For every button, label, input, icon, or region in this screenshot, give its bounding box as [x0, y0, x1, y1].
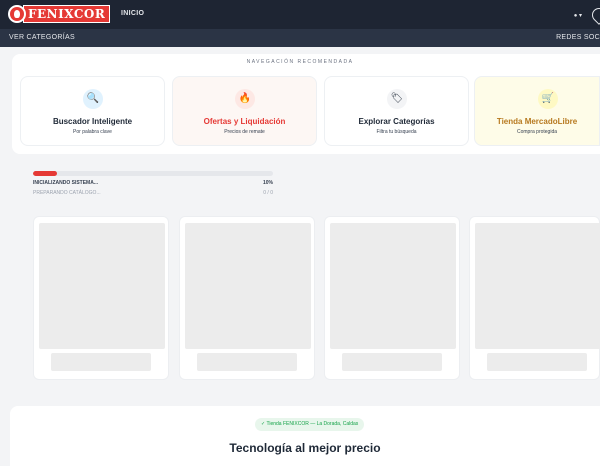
- nav-card-ofertas[interactable]: 🔥 Ofertas y Liquidación Precios de remat…: [172, 76, 317, 146]
- nav-card-subtitle: Precios de remate: [224, 129, 265, 135]
- product-title-placeholder: [342, 353, 442, 371]
- search-icon: 🔍: [83, 89, 103, 109]
- product-image-placeholder: [185, 223, 311, 349]
- progress-bar-fill: [33, 171, 57, 176]
- catalog-count: 0 / 0: [263, 190, 273, 196]
- top-navbar: FENIXCOR INICIO ● ▾: [0, 0, 600, 29]
- nav-card-subtitle: Filtra tu búsqueda: [376, 129, 417, 135]
- nav-card-categorias[interactable]: 🏷 Explorar Categorías Filtra tu búsqueda: [324, 76, 469, 146]
- ver-categorias-link[interactable]: VER CATEGORÍAS: [9, 34, 75, 41]
- phoenix-icon: [8, 5, 26, 23]
- product-card-skeleton: [179, 216, 315, 380]
- section-heading: NAVEGACIÓN RECOMENDADA: [246, 59, 354, 65]
- favorites-icon[interactable]: [589, 5, 600, 25]
- nav-card-subtitle: Por palabra clave: [73, 129, 112, 135]
- product-title-placeholder: [51, 353, 151, 371]
- redes-sociales-link[interactable]: REDES SOC: [556, 34, 600, 41]
- product-title-placeholder: [197, 353, 297, 371]
- product-image-placeholder: [475, 223, 600, 349]
- nav-card-title: Tienda MercadoLibre: [496, 117, 578, 126]
- nav-card-subtitle: Compra protegida: [516, 129, 558, 135]
- nav-card-title: Explorar Categorías: [358, 117, 435, 126]
- nav-card-buscador[interactable]: 🔍 Buscador Inteligente Por palabra clave: [20, 76, 165, 146]
- fire-icon: 🔥: [235, 89, 255, 109]
- loading-percent: 10%: [262, 180, 273, 186]
- product-card-skeleton: [469, 216, 600, 380]
- loading-status: INICIALIZANDO SISTEMA... 10% PREPARANDO …: [33, 171, 273, 196]
- progress-bar: [33, 171, 273, 176]
- catalog-status-text: PREPARANDO CATÁLOGO...: [33, 190, 101, 196]
- recommended-navigation: NAVEGACIÓN RECOMENDADA 🔍 Buscador Inteli…: [12, 54, 600, 154]
- brand-logo[interactable]: FENIXCOR: [8, 4, 111, 24]
- logo-text: FENIXCOR: [23, 5, 111, 23]
- product-card-skeleton: [33, 216, 169, 380]
- tag-icon: 🏷: [387, 89, 407, 109]
- product-title-placeholder: [487, 353, 587, 371]
- store-location-badge: ✓ Tienda FENIXCOR — La Dorada, Caldas: [255, 418, 365, 431]
- nav-card-title: Buscador Inteligente: [52, 117, 133, 126]
- loading-status-text: INICIALIZANDO SISTEMA...: [33, 180, 98, 186]
- category-bar: VER CATEGORÍAS REDES SOC: [0, 29, 600, 47]
- top-right-actions: ● ▾: [574, 5, 600, 25]
- nav-inicio-link[interactable]: INICIO: [121, 10, 144, 17]
- product-image-placeholder: [39, 223, 165, 349]
- promo-banner: ✓ Tienda FENIXCOR — La Dorada, Caldas Te…: [10, 406, 600, 466]
- cart-icon: 🛒: [538, 89, 558, 109]
- nav-card-mercadolibre[interactable]: 🛒 Tienda MercadoLibre Compra protegida: [474, 76, 600, 146]
- product-image-placeholder: [330, 223, 456, 349]
- product-card-skeleton: [324, 216, 460, 380]
- nav-card-title: Ofertas y Liquidación: [203, 117, 286, 126]
- promo-title: Tecnología al mejor precio: [229, 441, 381, 455]
- language-selector[interactable]: ● ▾: [574, 12, 582, 19]
